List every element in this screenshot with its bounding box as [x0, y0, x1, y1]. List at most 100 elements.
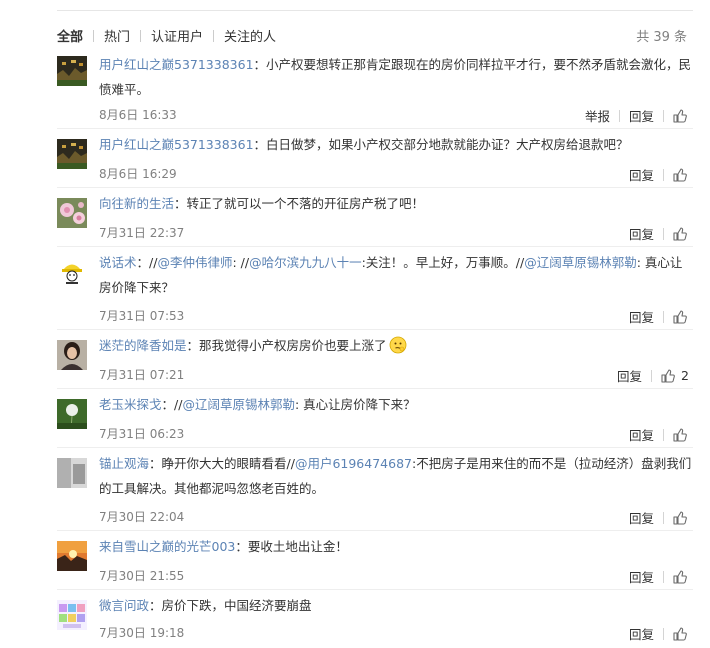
action-divider [618, 109, 620, 122]
comment-content: ：// [136, 255, 158, 270]
comment-username[interactable]: 微言问政 [99, 598, 149, 613]
comment-text: 迷茫的降香如是：那我觉得小产权房房价也要上涨了 [99, 333, 693, 362]
comment-username[interactable]: 迷茫的降香如是 [99, 338, 187, 353]
comment-item: 用户红山之巅5371338361：小产权要想转正那肯定跟现在的房价同样拉平才行，… [57, 52, 693, 125]
comment-actions: 回复 [629, 624, 687, 643]
comment-content: : 真心让房价降下来？ [294, 397, 416, 412]
avatar[interactable] [57, 399, 87, 429]
thumbs-up-icon [673, 226, 687, 241]
comment-item: 来自雪山之巅的光芒003：要收土地出让金！ 7月30日 21:55 回复 [57, 530, 693, 587]
mention-link[interactable]: @用户6196474687 [295, 456, 412, 471]
comment-item: 老玉米探戈：//@辽阔草原锡林郭勒: 真心让房价降下来？ 7月31日 06:23… [57, 388, 693, 445]
like-button[interactable] [673, 427, 687, 442]
like-button[interactable] [673, 309, 687, 324]
tab-all[interactable]: 全部 [57, 26, 83, 45]
report-button[interactable]: 举报 [585, 106, 610, 125]
reply-button[interactable]: 回复 [629, 224, 654, 243]
comment-actions: 回复 [629, 425, 687, 444]
avatar-image [57, 56, 87, 86]
avatar[interactable] [57, 600, 87, 630]
comment-text: 老玉米探戈：//@辽阔草原锡林郭勒: 真心让房价降下来？ [99, 392, 693, 417]
reply-button[interactable]: 回复 [629, 425, 654, 444]
comment-actions: 回复 2 [617, 366, 689, 385]
action-divider [663, 570, 664, 583]
like-button[interactable] [673, 626, 687, 641]
mention-link[interactable]: @哈尔滨九九八十一 [249, 255, 362, 270]
avatar-image [57, 139, 87, 169]
comment-time: 7月31日 07:21 [99, 368, 185, 382]
avatar[interactable] [57, 257, 87, 287]
comment-item: 用户红山之巅5371338361：白日做梦，如果小产权交部分地款就能办证？大产权… [57, 128, 693, 185]
thinking-emoji-icon [389, 336, 407, 362]
like-button[interactable]: 2 [661, 368, 689, 383]
like-button[interactable] [673, 510, 687, 525]
comment-username[interactable]: 说话术 [99, 255, 137, 270]
reply-button[interactable]: 回复 [629, 508, 654, 527]
like-count: 2 [681, 368, 689, 383]
thumbs-up-icon [673, 427, 687, 442]
like-button[interactable] [673, 167, 687, 182]
avatar[interactable] [57, 340, 87, 370]
comment-username[interactable]: 锚止观海 [99, 456, 149, 471]
action-divider [663, 227, 664, 240]
like-button[interactable] [673, 108, 687, 123]
action-divider [663, 310, 664, 323]
comment-time: 7月30日 21:55 [99, 569, 185, 583]
comment-item: 向往新的生活：转正了就可以一个不落的开征房产税了吧！ 7月31日 22:37 回… [57, 187, 693, 244]
reply-button[interactable]: 回复 [629, 106, 654, 125]
thumbs-up-icon [673, 626, 687, 641]
comment-actions: 回复 [629, 165, 687, 184]
comment-actions: 回复 [629, 307, 687, 326]
tab-divider [93, 29, 95, 42]
like-button[interactable] [673, 569, 687, 584]
thumbs-up-icon [673, 569, 687, 584]
comment-username[interactable]: 用户红山之巅5371338361 [99, 57, 254, 72]
avatar[interactable] [57, 198, 87, 228]
comment-text: 用户红山之巅5371338361：小产权要想转正那肯定跟现在的房价同样拉平才行，… [99, 52, 693, 102]
avatar-image [57, 458, 87, 488]
thumbs-up-icon [673, 309, 687, 324]
action-divider [663, 168, 664, 181]
action-divider [651, 369, 653, 382]
comment-content: ：要收土地出让金！ [235, 539, 348, 554]
comment-content: ：转正了就可以一个不落的开征房产税了吧！ [174, 196, 425, 211]
reply-button[interactable]: 回复 [629, 624, 654, 643]
comment-username[interactable]: 老玉米探戈 [99, 397, 162, 412]
comment-item: 微言问政：房价下跌，中国经济要崩盘 7月30日 19:18 回复 [57, 589, 693, 646]
reply-button[interactable]: 回复 [617, 366, 642, 385]
action-divider [663, 511, 664, 524]
tab-hot[interactable]: 热门 [104, 26, 130, 45]
action-divider [663, 627, 664, 640]
reply-button[interactable]: 回复 [629, 567, 654, 586]
comment-text: 微言问政：房价下跌，中国经济要崩盘 [99, 593, 693, 618]
mention-link[interactable]: @辽阔草原锡林郭勒 [182, 397, 295, 412]
comment-content: ：那我觉得小产权房房价也要上涨了 [186, 338, 387, 353]
avatar[interactable] [57, 541, 87, 571]
comment-text: 用户红山之巅5371338361：白日做梦，如果小产权交部分地款就能办证？大产权… [99, 132, 693, 157]
tab-verified[interactable]: 认证用户 [151, 26, 203, 45]
comment-content: ：// [161, 397, 183, 412]
comment-username[interactable]: 向往新的生活 [99, 196, 174, 211]
comment-content: ：白日做梦，如果小产权交部分地款就能办证？大产权房给退款吧？ [253, 137, 629, 152]
comment-username[interactable]: 用户红山之巅5371338361 [99, 137, 254, 152]
comment-content: ：房价下跌，中国经济要崩盘 [149, 598, 312, 613]
tab-following[interactable]: 关注的人 [224, 26, 276, 45]
comment-time: 8月6日 16:29 [99, 167, 177, 181]
avatar[interactable] [57, 458, 87, 488]
thumbs-up-icon [673, 167, 687, 182]
mention-link[interactable]: @李仲伟律师 [157, 255, 232, 270]
reply-button[interactable]: 回复 [629, 165, 654, 184]
comment-username[interactable]: 来自雪山之巅的光芒003 [99, 539, 235, 554]
filter-tabs: 全部 热门 认证用户 关注的人 [57, 26, 276, 45]
avatar[interactable] [57, 139, 87, 169]
avatar[interactable] [57, 56, 87, 86]
avatar-image [57, 340, 87, 370]
like-button[interactable] [673, 226, 687, 241]
comment-text: 锚止观海：睁开你大大的眼睛看看//@用户6196474687:不把房子是用来住的… [99, 451, 693, 501]
thumbs-up-icon [661, 368, 675, 383]
reply-button[interactable]: 回复 [629, 307, 654, 326]
avatar-image [57, 541, 87, 571]
comment-content: : // [232, 255, 250, 270]
comment-item: 说话术：//@李仲伟律师: //@哈尔滨九九八十一:关注！。早上好，万事顺。//… [57, 246, 693, 327]
mention-link[interactable]: @辽阔草原锡林郭勒 [524, 255, 637, 270]
